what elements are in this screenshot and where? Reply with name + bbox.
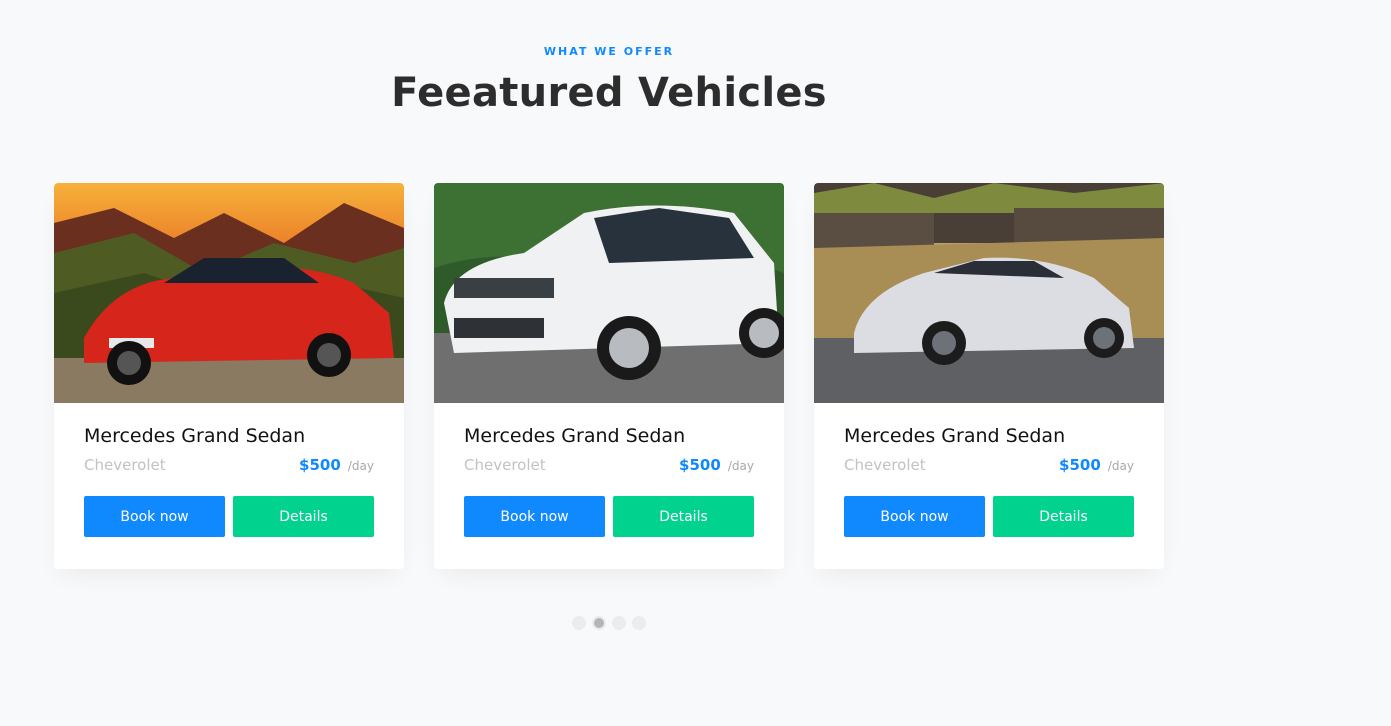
carousel-dot[interactable] [592, 616, 606, 630]
featured-vehicles-section: WHAT WE OFFER Feeatured Vehicles Mercede… [0, 0, 1391, 726]
vehicle-price: $500 /day [1059, 455, 1134, 474]
price-amount: $500 [299, 456, 341, 474]
vehicle-price: $500 /day [679, 455, 754, 474]
carousel-dot[interactable] [632, 616, 646, 630]
vehicle-card: Mercedes Grand Sedan Cheverolet $500 /da… [434, 183, 784, 569]
vehicle-carousel[interactable]: Mercedes Grand Sedan Cheverolet $500 /da… [54, 183, 1164, 569]
carousel-dot[interactable] [612, 616, 626, 630]
red-convertible-photo[interactable] [54, 183, 404, 403]
vehicle-price: $500 /day [299, 455, 374, 474]
carousel-pagination [572, 616, 646, 630]
book-now-button[interactable]: Book now [844, 496, 985, 537]
white-suv-photo[interactable] [434, 183, 784, 403]
vehicle-card: Mercedes Grand Sedan Cheverolet $500 /da… [54, 183, 404, 569]
price-amount: $500 [679, 456, 721, 474]
vehicle-brand: Cheverolet [844, 456, 926, 474]
section-subheading: WHAT WE OFFER [543, 45, 675, 58]
book-now-button[interactable]: Book now [84, 496, 225, 537]
carousel-dot[interactable] [572, 616, 586, 630]
section-heading: Feeatured Vehicles [391, 70, 827, 116]
vehicle-card: Mercedes Grand Sedan Cheverolet $500 /da… [814, 183, 1164, 569]
price-unit: /day [347, 459, 374, 473]
details-button[interactable]: Details [613, 496, 754, 537]
vehicle-name[interactable]: Mercedes Grand Sedan [464, 425, 754, 447]
price-unit: /day [727, 459, 754, 473]
vehicle-brand: Cheverolet [84, 456, 166, 474]
book-now-button[interactable]: Book now [464, 496, 605, 537]
details-button[interactable]: Details [233, 496, 374, 537]
silver-sports-car-photo[interactable] [814, 183, 1164, 403]
vehicle-brand: Cheverolet [464, 456, 546, 474]
details-button[interactable]: Details [993, 496, 1134, 537]
price-amount: $500 [1059, 456, 1101, 474]
price-unit: /day [1107, 459, 1134, 473]
vehicle-name[interactable]: Mercedes Grand Sedan [84, 425, 374, 447]
vehicle-name[interactable]: Mercedes Grand Sedan [844, 425, 1134, 447]
